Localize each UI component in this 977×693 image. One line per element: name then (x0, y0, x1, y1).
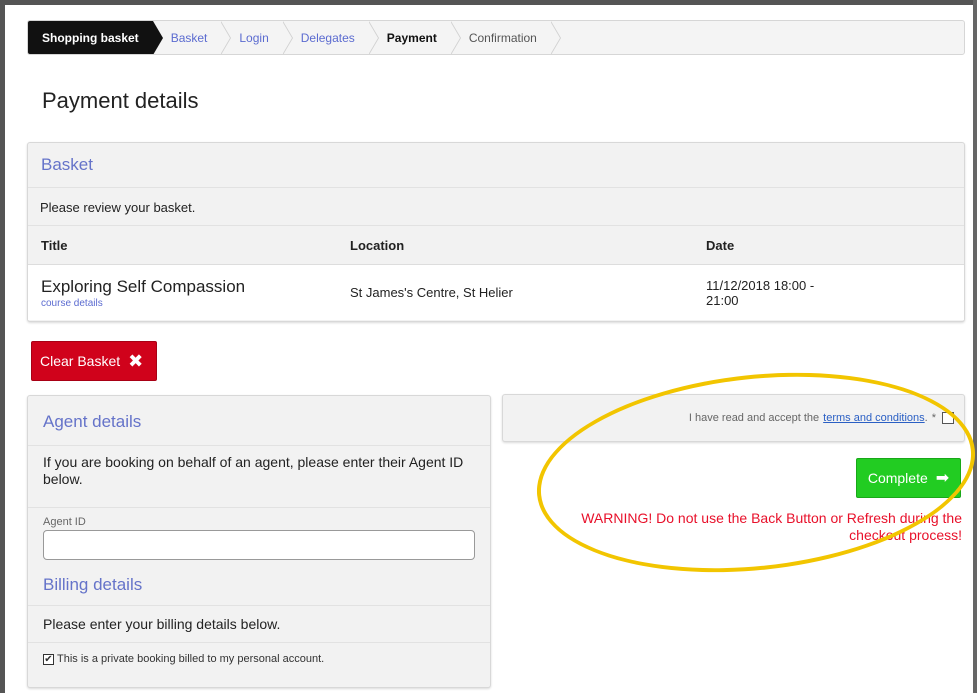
private-booking-label[interactable]: This is a private booking billed to my p… (57, 653, 324, 665)
terms-checkbox[interactable] (942, 412, 954, 424)
page-title: Payment details (42, 88, 199, 113)
course-cell: Exploring Self Compassion course details (41, 277, 350, 309)
course-details-link[interactable]: course details (41, 298, 350, 309)
agent-heading: Agent details (28, 396, 490, 446)
agent-billing-panel: Agent details If you are booking on beha… (27, 395, 491, 688)
close-icon[interactable]: ✖ (128, 351, 143, 372)
agent-intro: If you are booking on behalf of an agent… (28, 446, 490, 508)
breadcrumb-label[interactable]: Basket (171, 31, 208, 45)
breadcrumb-label: Confirmation (468, 30, 537, 45)
clear-basket-button[interactable]: Clear Basket ✖ (31, 341, 157, 381)
basket-intro: Please review your basket. (28, 188, 964, 226)
basket-table-header: Title Location Date (28, 226, 964, 264)
checkout-warning: WARNING! Do not use the Back Button or R… (581, 510, 962, 543)
clear-basket-label[interactable]: Clear Basket (40, 353, 120, 369)
required-marker: * (931, 412, 936, 424)
complete-button[interactable]: Complete ➡ (856, 458, 961, 498)
course-date: 11/12/2018 18:00 - 21:00 (706, 278, 906, 308)
private-booking-row[interactable]: ✔ This is a private booking billed to my… (28, 643, 490, 675)
table-row: Exploring Self Compassion course details… (28, 264, 964, 320)
billing-intro: Please enter your billing details below. (28, 606, 490, 643)
breadcrumb-label[interactable]: Login (239, 31, 268, 45)
course-title: Exploring Self Compassion (41, 276, 246, 296)
complete-label[interactable]: Complete (868, 470, 928, 486)
agent-id-input[interactable] (43, 530, 475, 560)
breadcrumb-label[interactable]: Delegates (301, 31, 355, 45)
breadcrumb: Shopping basket Basket Login Delegates P… (27, 20, 965, 55)
breadcrumb-label: Shopping basket (42, 30, 139, 45)
basket-panel: Basket Please review your basket. Title … (27, 142, 965, 322)
private-booking-checkbox[interactable]: ✔ (43, 653, 54, 665)
breadcrumb-label: Payment (386, 30, 437, 45)
course-date-end: 21:00 (706, 292, 739, 308)
basket-heading: Basket (28, 143, 964, 188)
window-frame-right (973, 0, 977, 693)
column-header-location: Location (350, 237, 405, 253)
column-header-title: Title (41, 237, 68, 253)
breadcrumb-basket[interactable]: Basket (153, 21, 232, 54)
billing-heading: Billing details (28, 560, 490, 606)
course-date-start: 11/12/2018 18:00 - (706, 277, 815, 293)
terms-link[interactable]: terms and conditions (823, 412, 925, 424)
breadcrumb-confirmation: Confirmation (451, 21, 561, 54)
terms-panel: I have read and accept the terms and con… (502, 394, 965, 442)
breadcrumb-payment: Payment (369, 21, 461, 54)
terms-prefix: I have read and accept the (688, 412, 820, 424)
terms-suffix: . (924, 412, 928, 424)
arrow-right-icon[interactable]: ➡ (936, 468, 949, 488)
column-header-date: Date (706, 237, 735, 253)
breadcrumb-delegates[interactable]: Delegates (283, 21, 379, 54)
agent-id-label: Agent ID (43, 516, 86, 528)
breadcrumb-shopping-basket: Shopping basket (28, 21, 163, 54)
course-location: St James's Centre, St Helier (350, 285, 513, 300)
